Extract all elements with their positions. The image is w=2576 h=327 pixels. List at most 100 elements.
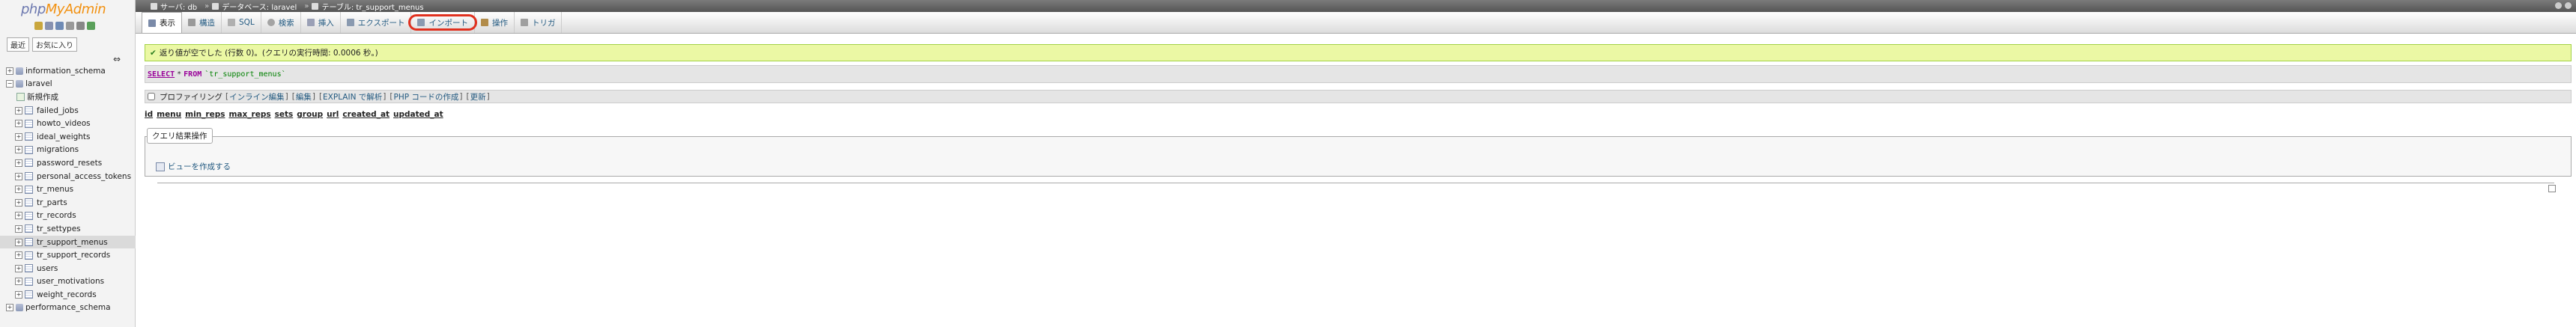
expand-icon[interactable]: + — [15, 172, 22, 180]
tree-table-failed_jobs[interactable]: + failed_jobs — [0, 104, 136, 117]
tab-export[interactable]: エクスポート — [341, 12, 412, 33]
expand-icon[interactable]: + — [15, 132, 22, 141]
expand-icon[interactable]: + — [15, 146, 22, 154]
expand-icon[interactable]: + — [15, 264, 22, 272]
expand-icon[interactable]: + — [15, 159, 22, 167]
profiling-checkbox[interactable] — [148, 93, 155, 100]
tab-import[interactable]: インポート — [408, 12, 477, 33]
refresh-link[interactable]: 更新 — [470, 91, 486, 103]
tab-browse[interactable]: 表示 — [142, 12, 182, 33]
table-icon[interactable] — [25, 238, 33, 247]
tree-table-weight_records[interactable]: + weight_records — [0, 288, 136, 302]
tree-table-tr_support_records[interactable]: + tr_support_records — [0, 248, 136, 262]
collapse-icon[interactable]: ⇔ — [113, 54, 121, 64]
tab-sql[interactable]: SQL — [222, 12, 261, 33]
settings-icon[interactable] — [76, 22, 85, 30]
tree-table-user_motivations[interactable]: + user_motivations — [0, 275, 136, 289]
expand-icon[interactable] — [2565, 2, 2572, 9]
tree-database-laravel[interactable]: − laravel — [0, 78, 136, 91]
table-icon[interactable] — [25, 119, 33, 128]
tree-new-table[interactable]: 新規作成 — [0, 91, 136, 104]
logo-php: php — [21, 1, 46, 17]
expand-icon[interactable]: + — [15, 251, 22, 260]
expand-icon[interactable]: + — [15, 186, 22, 194]
home-icon[interactable] — [34, 22, 43, 30]
logout-icon[interactable] — [45, 22, 53, 30]
help-icon[interactable] — [55, 22, 64, 30]
expand-icon[interactable]: + — [15, 224, 22, 233]
table-icon[interactable] — [25, 185, 33, 194]
column-header-min_reps[interactable]: min_reps — [185, 110, 225, 119]
tab-search[interactable]: 検索 — [261, 12, 301, 33]
tree-table-password_resets[interactable]: + password_resets — [0, 156, 136, 170]
expand-icon[interactable]: + — [15, 290, 22, 299]
tab-insert[interactable]: 挿入 — [301, 12, 341, 33]
query-results-legend: クエリ結果操作 — [147, 128, 213, 144]
phpmyadmin-logo[interactable]: phpMyAdmin — [21, 1, 106, 17]
column-header-updated_at[interactable]: updated_at — [393, 110, 443, 119]
expand-icon[interactable]: + — [6, 304, 13, 312]
inline-edit-link[interactable]: インライン編集 — [229, 91, 285, 103]
table-icon[interactable] — [25, 145, 33, 154]
tree-table-migrations[interactable]: + migrations — [0, 144, 136, 157]
window-controls — [2555, 2, 2572, 9]
column-header-sets[interactable]: sets — [275, 110, 294, 119]
tree-table-ideal_weights[interactable]: + ideal_weights — [0, 130, 136, 144]
table-icon[interactable] — [25, 106, 33, 115]
recent-tab[interactable]: 最近 — [7, 37, 29, 52]
docs-icon[interactable] — [66, 22, 74, 30]
expand-icon[interactable]: + — [15, 212, 22, 220]
tree-table-tr_parts[interactable]: + tr_parts — [0, 196, 136, 210]
sql-table-name: `tr_support_menus` — [204, 70, 286, 79]
edit-link[interactable]: 編集 — [296, 91, 312, 103]
tree-table-tr_records[interactable]: + tr_records — [0, 210, 136, 223]
table-icon[interactable] — [25, 224, 33, 233]
expand-icon[interactable]: + — [6, 67, 13, 75]
collapse-icon[interactable]: − — [6, 80, 13, 88]
column-header-group[interactable]: group — [297, 110, 323, 119]
sql-icon — [228, 19, 235, 26]
favorites-tab[interactable]: お気に入り — [32, 37, 77, 52]
create-view-link[interactable]: ビューを作成する — [156, 161, 231, 172]
tab-operations[interactable]: 操作 — [475, 12, 515, 33]
expand-icon[interactable]: + — [15, 198, 22, 207]
sql-select-keyword[interactable]: SELECT — [148, 70, 175, 79]
tree-table-personal_access_tokens[interactable]: + personal_access_tokens — [0, 170, 136, 183]
tree-table-tr_settypes[interactable]: + tr_settypes — [0, 222, 136, 236]
table-icon[interactable] — [25, 132, 33, 141]
create-php-code-link[interactable]: PHP コードの作成 — [394, 91, 459, 103]
settings-icon[interactable] — [2555, 2, 2562, 9]
column-header-url[interactable]: url — [327, 110, 339, 119]
expand-icon[interactable]: + — [15, 278, 22, 286]
tree-table-tr_support_menus[interactable]: + tr_support_menus — [0, 235, 136, 249]
table-icon[interactable] — [25, 211, 33, 220]
tree-database-information_schema[interactable]: + information_schema — [0, 64, 136, 78]
tab-structure[interactable]: 構造 — [182, 12, 222, 33]
tree-database-performance_schema[interactable]: + performance_schema — [0, 302, 136, 315]
reload-icon[interactable] — [87, 22, 95, 30]
table-icon[interactable] — [25, 198, 33, 207]
column-header-menu[interactable]: menu — [157, 110, 181, 119]
table-icon[interactable] — [25, 172, 33, 181]
table-icon[interactable] — [25, 251, 33, 260]
tab-triggers[interactable]: トリガ — [515, 12, 563, 33]
explain-link[interactable]: EXPLAIN で解析 — [323, 91, 382, 103]
column-header-max_reps[interactable]: max_reps — [228, 110, 270, 119]
tree-table-users[interactable]: + users — [0, 262, 136, 275]
breadcrumb-server[interactable]: サーバ: db — [151, 1, 197, 12]
table-icon[interactable] — [25, 290, 33, 299]
sql-query-box[interactable]: SELECT * FROM `tr_support_menus` — [145, 65, 2572, 83]
column-header-created_at[interactable]: created_at — [342, 110, 390, 119]
tree-table-tr_menus[interactable]: + tr_menus — [0, 183, 136, 196]
breadcrumb-table[interactable]: テーブル: tr_support_menus — [312, 1, 424, 12]
tree-table-howto_videos[interactable]: + howto_videos — [0, 117, 136, 130]
table-icon[interactable] — [25, 159, 33, 168]
table-icon[interactable] — [25, 277, 33, 286]
breadcrumb-database[interactable]: データベース: laravel — [212, 1, 297, 12]
console-toggle-icon[interactable] — [2548, 185, 2556, 192]
expand-icon[interactable]: + — [15, 238, 22, 246]
expand-icon[interactable]: + — [15, 106, 22, 114]
column-header-id[interactable]: id — [145, 110, 153, 119]
table-icon[interactable] — [25, 264, 33, 273]
expand-icon[interactable]: + — [15, 120, 22, 128]
